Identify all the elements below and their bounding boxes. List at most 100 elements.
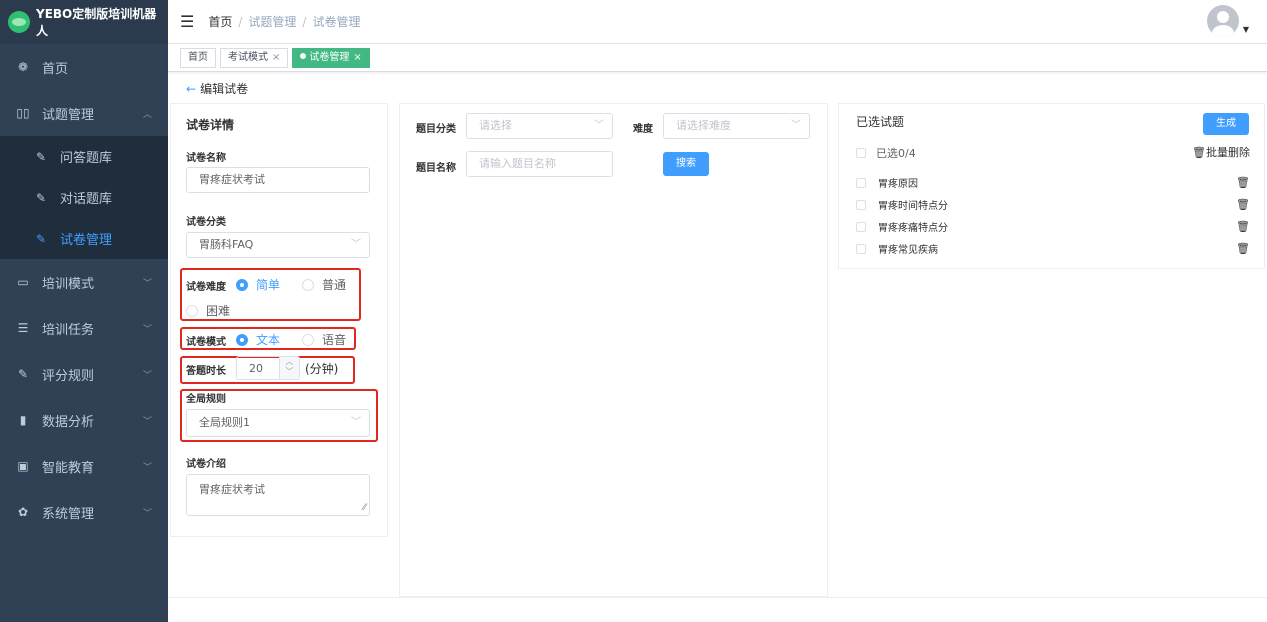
question-difficulty-select[interactable]: 请选择难度 ﹀ [663,113,810,139]
item-checkbox[interactable] [856,221,866,232]
resize-grip-icon[interactable]: ⁄⁄ [363,503,366,513]
question-search-panel [399,103,828,597]
screen-icon: ▣ [17,459,29,473]
question-name-input[interactable]: 请输入题目名称 [466,151,613,177]
panel-title: 试卷详情 [186,118,235,132]
sidebar-item-paper-management[interactable]: ✎ 试卷管理 [0,218,168,259]
radio-circle [302,333,314,346]
sidebar-item-data-analysis[interactable]: ▮ 数据分析 ﹀ [0,397,168,443]
sidebar-item-scoring-rules[interactable]: ✎ 评分规则 ﹀ [0,351,168,397]
sidebar-item-question-management[interactable]: ▯▯ 试题管理 ︿ [0,90,168,136]
trash-icon[interactable]: 🗑 [1236,176,1250,189]
tag-paper-management[interactable]: 试卷管理 × [292,47,370,68]
dashboard-icon: ❁ [17,60,29,74]
radio-label: 普通 [322,278,347,292]
breadcrumb-item[interactable]: 试题管理 [248,13,296,30]
tags-view: 首页 考试模式 × 试卷管理 × [168,44,1267,72]
paper-name-input[interactable]: 胃疼症状考试 [186,167,370,193]
tag-home[interactable]: 首页 [180,47,216,68]
book-icon: ▯▯ [16,106,30,120]
close-icon[interactable]: × [272,52,280,63]
radio-voice[interactable]: 语音 [302,331,346,348]
item-label: 胃疼疼痛特点分 [878,223,948,234]
select-all-checkbox[interactable] [856,148,866,158]
chevron-down-icon: ﹀ [791,120,801,131]
edit-icon: ✎ [35,231,47,246]
trash-icon[interactable]: 🗑 [1236,198,1250,211]
sidebar-item-smart-education[interactable]: ▣ 智能教育 ﹀ [0,443,168,489]
trash-icon[interactable]: 🗑 [1236,242,1250,255]
caret-up-icon[interactable]: ︿ [286,357,294,366]
difficulty-label: 试卷难度 [186,282,226,293]
question-category-label: 题目分类 [416,124,456,135]
radio-label: 困难 [206,304,231,318]
app-logo[interactable]: YEBO定制版培训机器人 [0,0,168,44]
radio-circle [186,304,198,317]
breadcrumb-separator: / [238,14,243,29]
selected-count: 已选0/4 [876,147,916,160]
item-checkbox[interactable] [856,177,866,188]
chevron-up-icon: ︿ [142,109,152,120]
question-category-select[interactable]: 请选择 ﹀ [466,113,613,139]
sidebar-item-home[interactable]: ❁ 首页 [0,44,168,90]
search-button[interactable]: 搜索 [663,152,709,176]
item-checkbox[interactable] [856,199,866,210]
gear-icon: ✿ [17,505,29,519]
sidebar-item-dialog-bank[interactable]: ✎ 对话题库 [0,177,168,218]
list-item: 胃疼时间特点分 🗑 [856,197,1250,212]
stepper-controls[interactable]: ︿ ﹀ [279,357,299,379]
chevron-down-icon: ﹀ [142,370,152,381]
chevron-down-icon: ﹀ [142,508,152,519]
breadcrumb-item[interactable]: 首页 [208,13,232,30]
sidebar-item-label: 问答题库 [60,151,113,166]
sidebar-item-qa-bank[interactable]: ✎ 问答题库 [0,136,168,177]
edit-icon: ✎ [17,367,29,381]
stepper-value: 20 [249,362,263,375]
generate-button[interactable]: 生成 [1203,113,1249,135]
caret-down-icon[interactable]: ▼ [1243,25,1249,34]
mode-label: 试卷模式 [186,337,226,348]
radio-circle [236,278,248,291]
edit-icon: ✎ [35,190,47,205]
radio-label: 语音 [322,333,347,347]
list-icon: ☰ [17,321,29,335]
radio-label: 简单 [256,278,281,292]
question-difficulty-label: 难度 [633,124,653,135]
question-name-label: 题目名称 [416,163,456,174]
radio-hard[interactable]: 困难 [186,302,230,319]
active-dot-icon [300,52,307,59]
duration-stepper[interactable]: 20 ︿ ﹀ [236,356,300,380]
select-placeholder: 请选择 [479,119,512,132]
trash-icon[interactable]: 🗑 [1236,220,1250,233]
sidebar-item-training-mode[interactable]: ▭ 培训模式 ﹀ [0,259,168,305]
batch-delete-button[interactable]: 🗑批量删除 [1192,144,1250,160]
global-rule-select[interactable]: 全局规则1 ﹀ [186,409,370,437]
sidebar-item-training-task[interactable]: ☰ 培训任务 ﹀ [0,305,168,351]
sidebar-submenu: ✎ 问答题库 ✎ 对话题库 ✎ 试卷管理 [0,136,168,259]
trash-icon: 🗑 [1192,146,1206,159]
paper-category-select[interactable]: 胃肠科FAQ ﹀ [186,232,370,258]
tag-exam-mode[interactable]: 考试模式 × [220,47,289,68]
sidebar-item-system-management[interactable]: ✿ 系统管理 ﹀ [0,489,168,535]
item-label: 胃疼原因 [878,179,918,190]
radio-normal[interactable]: 普通 [302,276,346,293]
sidebar-item-label: 数据分析 [42,414,95,430]
item-checkbox[interactable] [856,243,866,254]
textarea-value: 胃疼症状考试 [199,483,265,496]
intro-textarea[interactable]: 胃疼症状考试 ⁄⁄ [186,474,370,516]
caret-down-icon[interactable]: ﹀ [286,367,294,376]
leaf-logo-icon [8,11,30,33]
breadcrumb: 首页 / 试题管理 / 试卷管理 [208,13,360,30]
item-label: 胃疼常见疾病 [878,245,938,256]
avatar[interactable] [1207,5,1239,37]
close-icon[interactable]: × [353,52,361,63]
monitor-icon: ▭ [17,275,29,289]
select-all-row[interactable]: 已选0/4 [856,145,916,161]
hamburger-icon[interactable]: ☰ [180,12,194,31]
paper-name-label: 试卷名称 [186,153,226,164]
radio-text[interactable]: 文本 [236,331,280,348]
radio-easy[interactable]: 简单 [236,276,280,293]
back-link[interactable]: ← 编辑试卷 [186,80,248,97]
select-placeholder: 请选择难度 [676,119,731,132]
breadcrumb-item: 试卷管理 [312,15,361,29]
